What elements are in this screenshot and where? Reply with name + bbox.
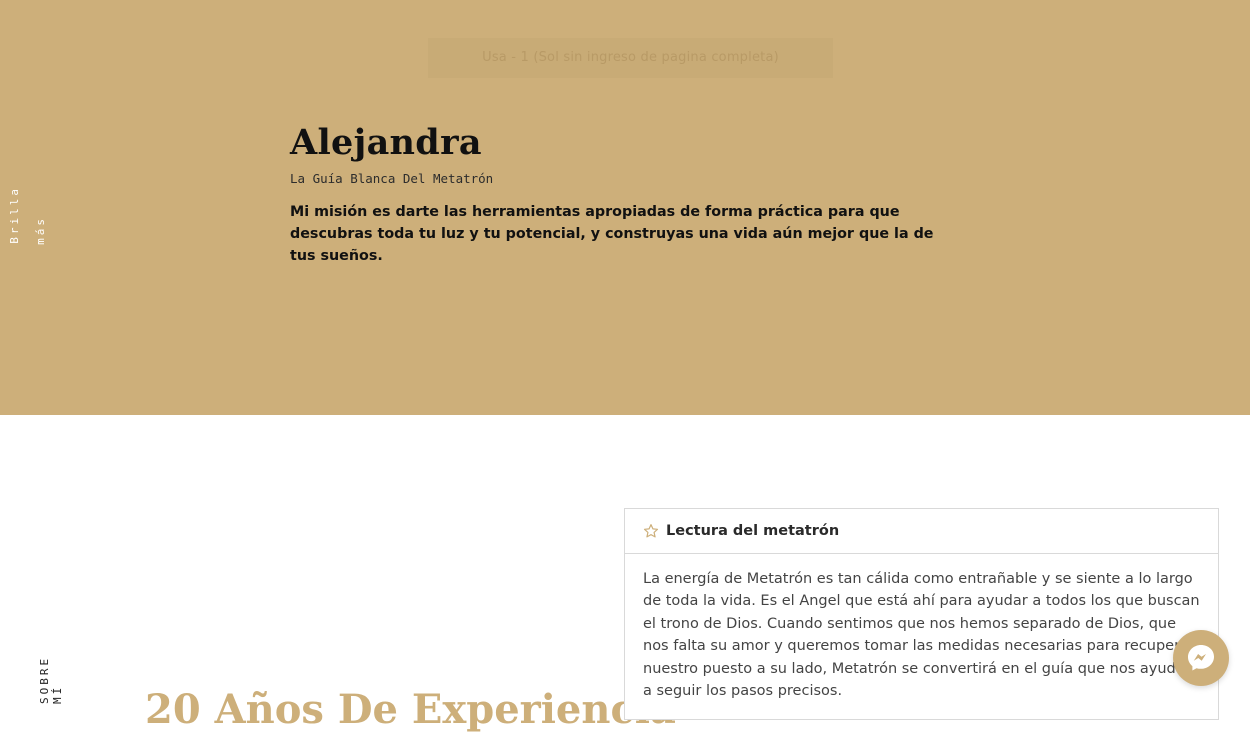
hero-subtitle: La Guía Blanca Del Metatrón (290, 171, 494, 186)
card-body-text: La energía de Metatrón es tan cálida com… (643, 571, 1200, 700)
side-tagline-line2: más (34, 216, 47, 245)
messenger-icon (1188, 645, 1214, 671)
side-tagline-line1: Brilla (8, 186, 21, 244)
star-outline-icon (643, 524, 659, 538)
hero-title: Alejandra (290, 122, 482, 163)
messenger-chat-button[interactable] (1173, 630, 1229, 686)
hero-section: Usa - 1 (Sol sin ingreso de pagina compl… (0, 0, 1250, 415)
top-notice: Usa - 1 (Sol sin ingreso de pagina compl… (428, 38, 833, 78)
metatron-reading-card: Lectura del metatrón La energía de Metat… (624, 508, 1219, 720)
hero-mission-text: Mi misión es darte las herramientas apro… (290, 204, 934, 264)
card-header[interactable]: Lectura del metatrón (625, 509, 1218, 554)
about-section-label: SOBRE MÍ (38, 655, 64, 704)
experience-heading: 20 Años De Experiencia (145, 686, 676, 733)
card-title: Lectura del metatrón (666, 523, 840, 539)
